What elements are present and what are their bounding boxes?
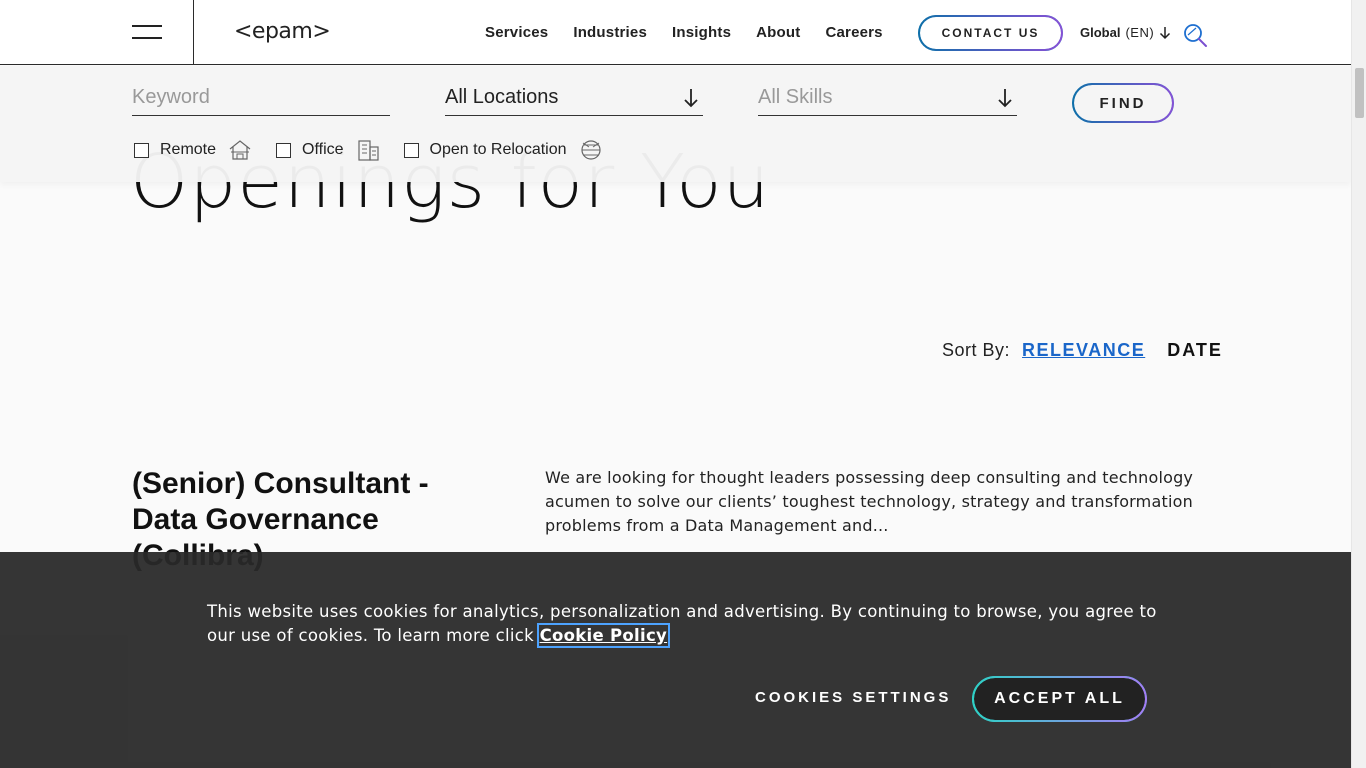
keyword-input[interactable]: [132, 86, 390, 109]
job-description: We are looking for thought leaders posse…: [545, 468, 1194, 535]
skills-value: All Skills: [758, 86, 833, 108]
home-icon: [229, 140, 251, 160]
nav-careers[interactable]: Careers: [825, 24, 882, 41]
scrollbar-thumb[interactable]: [1355, 68, 1364, 118]
checkbox-label: Office: [302, 141, 344, 158]
office-building-icon: [357, 140, 379, 161]
sort-bar: Sort By: RELEVANCE DATE: [942, 340, 1223, 361]
arrow-down-icon: [1160, 26, 1171, 39]
globe-relocation-icon: [580, 140, 601, 160]
keyword-field: [132, 86, 390, 116]
search-icon[interactable]: [1182, 22, 1208, 48]
sort-date-link[interactable]: DATE: [1167, 340, 1223, 361]
sort-label: Sort By:: [942, 340, 1011, 360]
nav-services[interactable]: Services: [485, 24, 548, 41]
nav-insights[interactable]: Insights: [672, 24, 731, 41]
checkbox-box[interactable]: [403, 142, 419, 158]
page-scrollbar[interactable]: [1351, 0, 1366, 768]
language-selector[interactable]: Global (EN): [1080, 25, 1171, 40]
remote-checkbox[interactable]: Remote: [134, 139, 252, 161]
cookie-text: This website uses cookies for analytics,…: [207, 602, 1157, 645]
work-type-checkboxes: Remote Office Open to Relocation: [134, 139, 627, 161]
checkbox-label: Remote: [160, 141, 217, 158]
arrow-down-icon: [684, 89, 698, 108]
careers-page: Openings for You Sort By: RELEVANCE DATE…: [0, 0, 1366, 768]
hamburger-menu-icon[interactable]: [132, 25, 162, 41]
arrow-down-icon: [998, 89, 1012, 108]
nav-industries[interactable]: Industries: [573, 24, 647, 41]
cookie-message: This website uses cookies for analytics,…: [207, 600, 1167, 648]
nav-about[interactable]: About: [756, 24, 800, 41]
office-checkbox[interactable]: Office: [276, 139, 380, 161]
site-header: <epam> Services Industries Insights Abou…: [0, 0, 1351, 65]
checkbox-label: Open to Relocation: [429, 141, 567, 158]
contact-us-button[interactable]: CONTACT US: [918, 15, 1063, 51]
job-search-filter: All Locations All Skills FIND Remote Off…: [0, 66, 1351, 182]
epam-logo[interactable]: <epam>: [234, 19, 331, 44]
location-value: All Locations: [445, 86, 559, 108]
checkbox-box[interactable]: [276, 142, 292, 158]
cookies-settings-button[interactable]: COOKIES SETTINGS: [755, 689, 951, 706]
accept-all-button[interactable]: ACCEPT ALL: [972, 676, 1147, 722]
language-label: Global: [1080, 25, 1121, 40]
skills-dropdown[interactable]: All Skills: [758, 86, 1017, 116]
cookie-banner: This website uses cookies for analytics,…: [0, 552, 1351, 768]
relocation-checkbox[interactable]: Open to Relocation: [403, 139, 603, 161]
sort-relevance-link[interactable]: RELEVANCE: [1022, 340, 1145, 361]
header-divider: [193, 0, 194, 65]
location-dropdown[interactable]: All Locations: [445, 86, 703, 116]
main-nav: Services Industries Insights About Caree…: [485, 24, 908, 41]
checkbox-box[interactable]: [134, 142, 149, 158]
find-button[interactable]: FIND: [1072, 83, 1174, 123]
language-code: (EN): [1125, 25, 1155, 40]
cookie-policy-link[interactable]: Cookie Policy: [536, 623, 671, 648]
